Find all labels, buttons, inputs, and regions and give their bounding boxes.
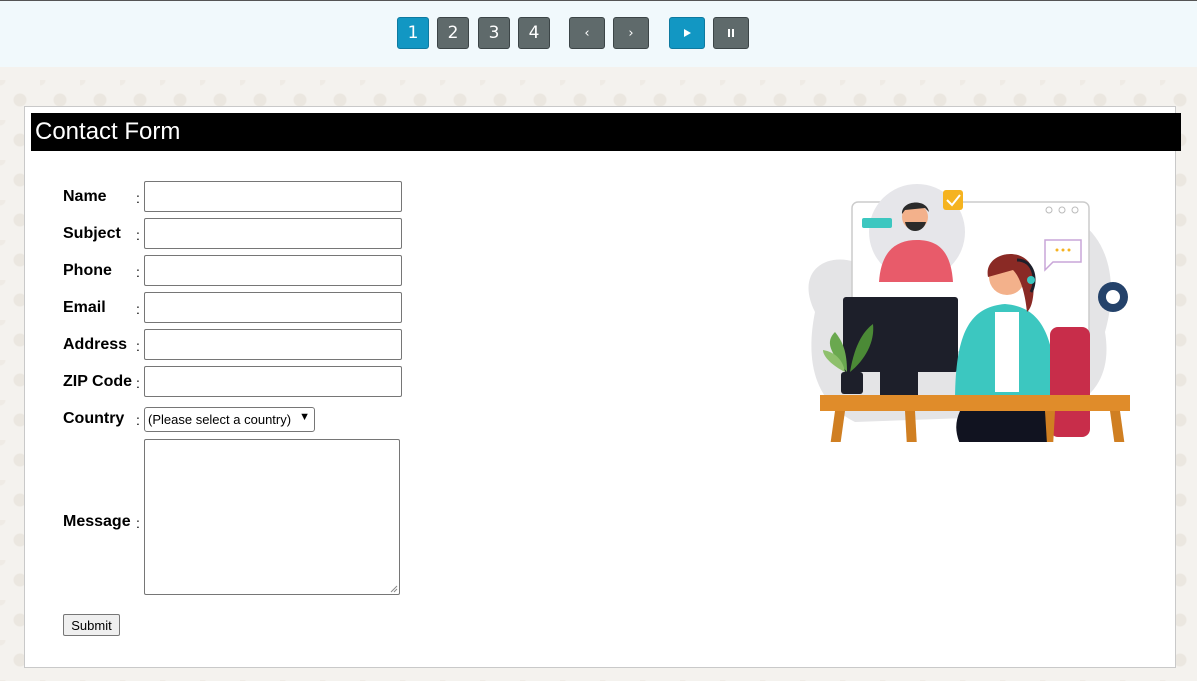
message-textarea[interactable]	[144, 439, 400, 595]
subject-label: Subject	[63, 225, 121, 242]
phone-label: Phone	[63, 262, 112, 279]
name-input[interactable]	[144, 181, 402, 212]
page-4-button[interactable]: 4	[518, 17, 550, 49]
colon: :	[136, 264, 140, 280]
colon: :	[136, 190, 140, 206]
address-label: Address	[63, 336, 128, 353]
resize-handle-icon[interactable]	[390, 585, 398, 593]
colon: :	[136, 412, 140, 428]
page-3-button[interactable]: 3	[478, 17, 510, 49]
chevron-right-icon: ›	[628, 25, 634, 41]
chevron-left-icon: ‹	[584, 25, 590, 41]
country-selected-value: (Please select a country)	[148, 412, 292, 427]
next-button[interactable]: ›	[613, 17, 649, 49]
colon: :	[136, 515, 140, 531]
page-2-button[interactable]: 2	[437, 17, 469, 49]
submit-button[interactable]: Submit	[63, 614, 120, 636]
zip-code-label: ZIP Code	[63, 373, 133, 390]
previous-button[interactable]: ‹	[569, 17, 605, 49]
colon: :	[136, 375, 140, 391]
phone-input[interactable]	[144, 255, 402, 286]
zip-code-input[interactable]	[144, 366, 402, 397]
colon: :	[136, 338, 140, 354]
country-label: Country	[63, 410, 125, 427]
email-input[interactable]	[144, 292, 402, 323]
page-1-button[interactable]: 1	[397, 17, 429, 49]
country-select[interactable]: (Please select a country) ▼	[144, 407, 315, 432]
name-label: Name	[63, 188, 107, 205]
play-button[interactable]	[669, 17, 705, 49]
customer-support-illustration	[808, 184, 1130, 442]
subject-input[interactable]	[144, 218, 402, 249]
message-label: Message	[63, 513, 131, 530]
form-title: Contact Form	[31, 113, 1181, 151]
pause-button[interactable]	[713, 17, 749, 49]
email-label: Email	[63, 299, 106, 316]
address-input[interactable]	[144, 329, 402, 360]
chevron-down-icon: ▼	[299, 411, 310, 423]
colon: :	[136, 227, 140, 243]
pause-icon	[728, 29, 734, 37]
colon: :	[136, 301, 140, 317]
slideshow-toolbar: 1 2 3 4 ‹ ›	[0, 0, 1197, 67]
play-icon	[684, 29, 691, 37]
contact-form-panel: Contact Form Name : Subject : Phone : Em…	[24, 106, 1181, 668]
